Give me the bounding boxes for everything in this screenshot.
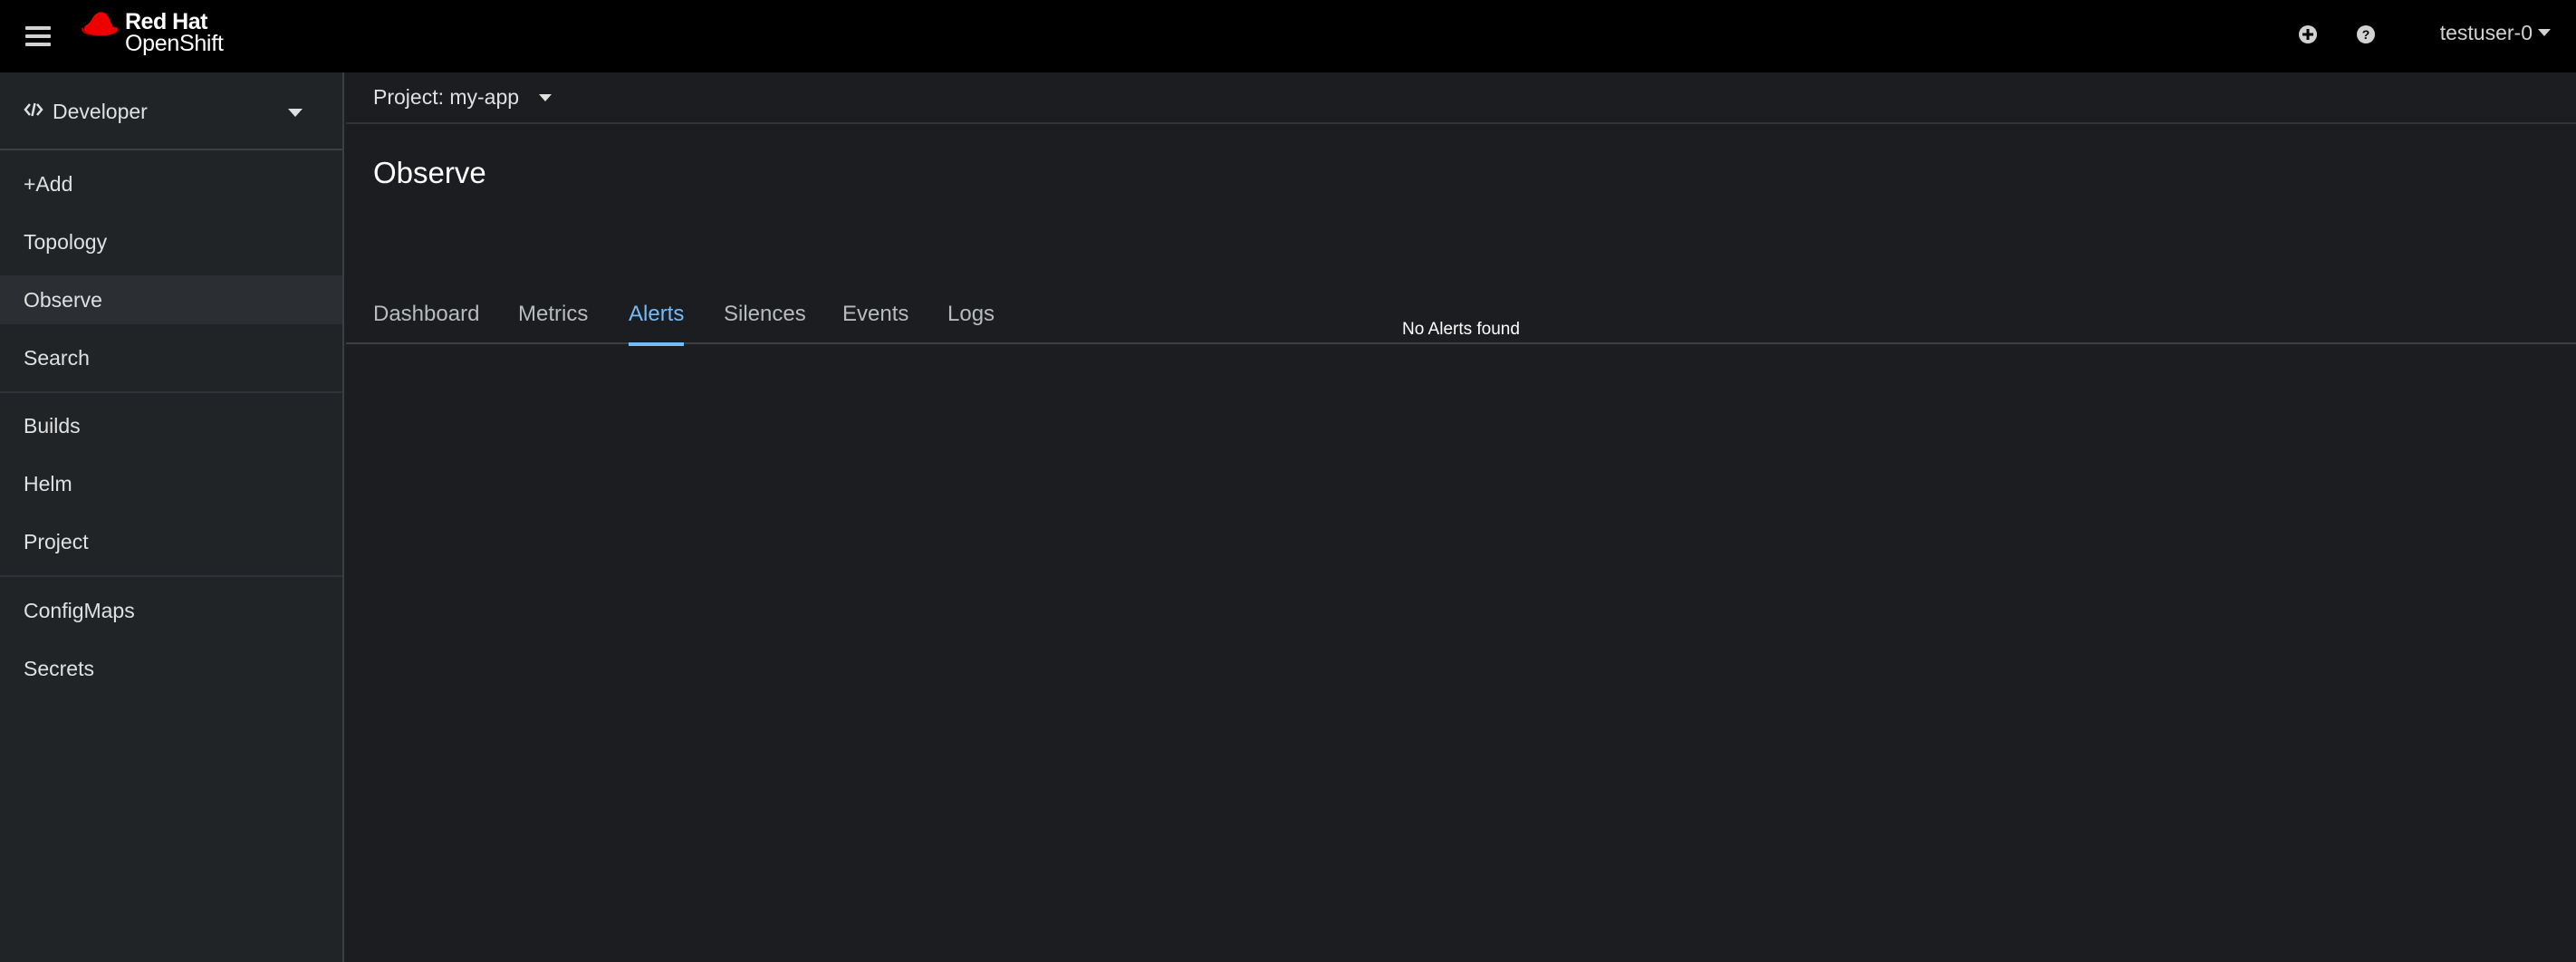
main-content: Project: my-app Observe Dashboard Metric… [346,72,2576,962]
red-hat-fedora-logo [82,12,119,36]
sidebar-item-builds[interactable]: Builds [0,401,342,450]
question-circle-icon[interactable]: ? [2350,18,2382,51]
code-icon [24,102,43,117]
nav-divider [0,391,342,393]
brand-logo[interactable]: Red Hat OpenShift [80,7,243,65]
empty-state-message: No Alerts found [1402,320,1520,339]
sidebar-item-search[interactable]: Search [0,333,342,382]
sidebar-item-project[interactable]: Project [0,517,342,566]
sidebar-item-add[interactable]: +Add [0,159,342,208]
brand-name: Red Hat [125,9,207,34]
project-bar: Project: my-app [346,72,2576,124]
sidebar: Developer +Add Topology Observe Search B… [0,72,344,962]
hamburger-menu-icon[interactable] [20,18,56,54]
perspective-switcher[interactable]: Developer [0,72,342,150]
sidebar-item-observe[interactable]: Observe [0,275,342,324]
sidebar-item-topology[interactable]: Topology [0,217,342,266]
sidebar-item-helm[interactable]: Helm [0,459,342,508]
perspective-label: Developer [53,100,148,123]
project-selector[interactable]: Project: my-app [373,85,553,110]
plus-circle-icon[interactable] [2292,18,2324,51]
user-menu[interactable]: testuser-0 [2440,16,2551,49]
product-name: OpenShift [125,31,224,56]
caret-down-icon [539,93,553,101]
page-title: Observe [373,156,486,189]
sidebar-item-secrets[interactable]: Secrets [0,644,342,693]
masthead: Red Hat OpenShift ? testuser-0 [0,0,2576,72]
caret-down-icon [288,109,303,117]
sidebar-item-configmaps[interactable]: ConfigMaps [0,586,342,635]
nav-divider [0,575,342,577]
svg-text:?: ? [2362,27,2370,42]
project-label: Project: my-app [373,85,520,109]
user-name: testuser-0 [2439,20,2533,44]
caret-down-icon [2538,29,2551,36]
